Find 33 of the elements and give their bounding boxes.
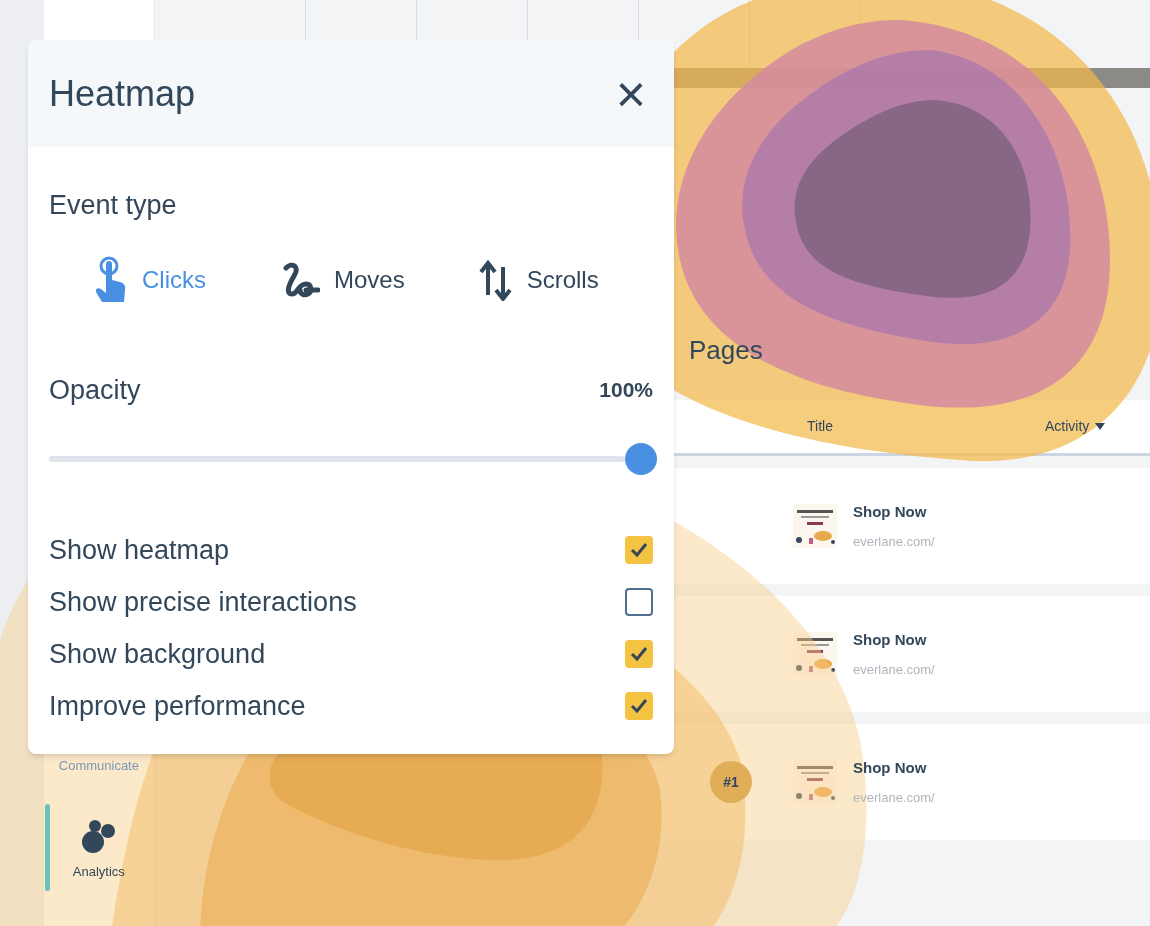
- analytics-icon: [80, 817, 117, 854]
- option-label: Show precise interactions: [49, 585, 357, 619]
- option-label: Show heatmap: [49, 533, 230, 567]
- pointing-hand-icon: [94, 255, 128, 304]
- sidebar-label[interactable]: Analytics: [72, 861, 125, 881]
- check-icon: [630, 698, 648, 714]
- row-title-link[interactable]: Shop Now: [853, 501, 927, 524]
- option-label: Show background: [49, 637, 266, 671]
- row-url: everlane.com/: [853, 660, 935, 679]
- row-url: everlane.com/: [853, 532, 935, 551]
- panel-title: Heatmap: [49, 71, 196, 116]
- column-header[interactable]: Activity: [1045, 416, 1090, 437]
- checkbox[interactable]: [625, 640, 653, 668]
- check-icon: [630, 646, 648, 662]
- column-header[interactable]: Title: [807, 416, 833, 437]
- row-title-link[interactable]: Shop Now: [853, 757, 927, 780]
- rank-badge: #1: [710, 761, 752, 803]
- section-label: Event type: [49, 189, 178, 222]
- close-button[interactable]: ×: [615, 67, 646, 120]
- checkbox[interactable]: [625, 692, 653, 720]
- slider-thumb[interactable]: [625, 443, 657, 475]
- opacity-label: Opacity: [49, 373, 141, 407]
- up-down-arrows-icon: [478, 258, 513, 301]
- row-url: everlane.com/: [853, 788, 935, 807]
- opacity-value: 100%: [599, 377, 653, 403]
- option-label: Improve performance: [49, 689, 306, 723]
- page-title: Pages: [689, 334, 763, 367]
- row-title-link[interactable]: Shop Now: [853, 629, 927, 652]
- event-type-tab[interactable]: Scrolls: [478, 255, 599, 304]
- check-icon: [630, 542, 648, 558]
- event-type-tab[interactable]: Moves: [280, 255, 405, 304]
- checkbox[interactable]: [625, 536, 653, 564]
- checkbox[interactable]: [625, 588, 653, 616]
